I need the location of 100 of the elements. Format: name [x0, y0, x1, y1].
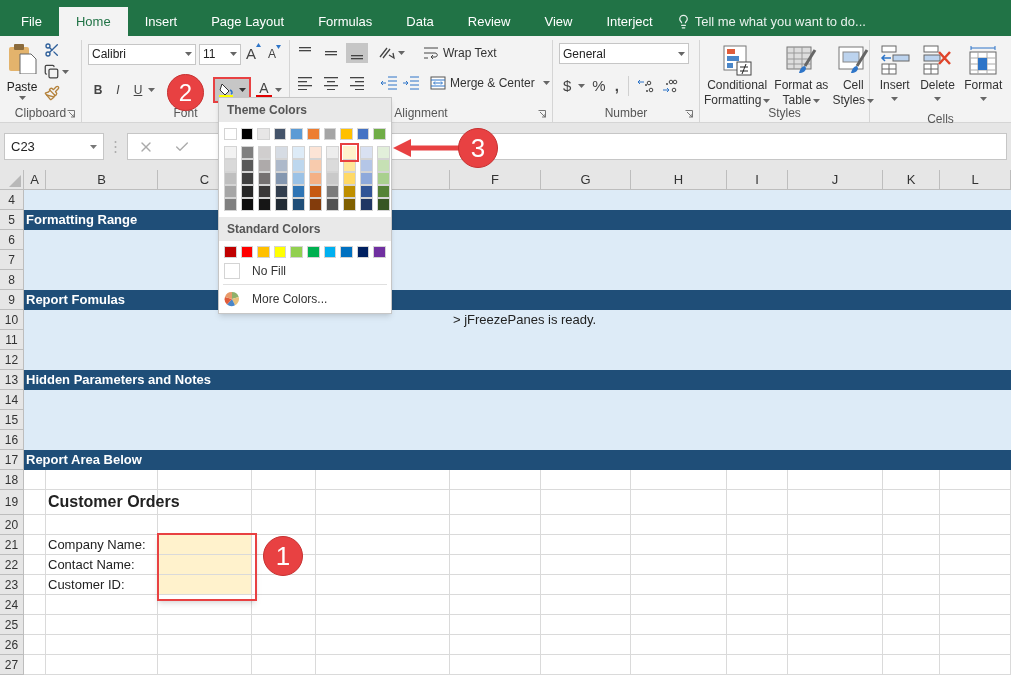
ribbon-button[interactable]: Format — [962, 40, 1005, 110]
color-swatch[interactable] — [343, 146, 356, 159]
color-swatch[interactable] — [241, 172, 254, 185]
color-swatch[interactable] — [377, 159, 390, 172]
color-swatch[interactable] — [326, 198, 339, 211]
paste-button[interactable]: Paste — [4, 40, 40, 101]
cut-icon[interactable] — [44, 42, 60, 58]
color-swatch[interactable] — [309, 185, 322, 198]
color-swatch[interactable] — [356, 246, 370, 258]
color-swatch[interactable] — [326, 146, 339, 159]
color-swatch[interactable] — [290, 128, 303, 140]
color-swatch[interactable] — [292, 172, 305, 185]
row-header[interactable]: 19 — [0, 490, 24, 515]
align-center-icon[interactable] — [323, 76, 339, 90]
dialog-launcher-icon[interactable] — [685, 110, 693, 118]
color-swatch[interactable] — [377, 172, 390, 185]
dialog-launcher-icon[interactable] — [538, 110, 546, 118]
row-header[interactable]: 6 — [0, 230, 24, 250]
color-swatch[interactable] — [326, 185, 339, 198]
row-header[interactable]: 12 — [0, 350, 24, 370]
color-swatch[interactable] — [290, 246, 303, 258]
comma-style-button[interactable]: , — [612, 75, 621, 98]
color-swatch[interactable] — [373, 128, 386, 140]
ribbon-tab[interactable]: Home — [58, 7, 128, 36]
color-swatch[interactable] — [224, 128, 237, 140]
color-swatch[interactable] — [224, 159, 237, 172]
column-header[interactable]: K — [883, 170, 940, 189]
color-swatch[interactable] — [377, 185, 390, 198]
row-header[interactable]: 15 — [0, 410, 24, 430]
color-swatch[interactable] — [360, 185, 373, 198]
row-header[interactable]: 20 — [0, 515, 24, 535]
color-swatch[interactable] — [373, 246, 386, 258]
color-swatch[interactable] — [326, 159, 339, 172]
color-swatch[interactable] — [240, 128, 254, 140]
ribbon-button[interactable]: Cell Styles — [830, 40, 877, 110]
color-swatch[interactable] — [258, 159, 271, 172]
underline-button[interactable]: U — [128, 80, 148, 99]
column-header[interactable]: F — [450, 170, 541, 189]
row-header[interactable]: 14 — [0, 390, 24, 410]
wrap-text-button[interactable]: Wrap Text — [423, 44, 497, 62]
color-swatch[interactable] — [275, 198, 288, 211]
color-swatch[interactable] — [258, 146, 271, 159]
tell-me-field[interactable]: Tell me what you want to do... — [694, 11, 895, 32]
row-header[interactable]: 10 — [0, 310, 24, 330]
color-swatch[interactable] — [275, 185, 288, 198]
color-swatch[interactable] — [306, 246, 320, 258]
orientation-icon[interactable] — [378, 45, 396, 61]
merge-center-button[interactable]: Merge & Center — [430, 74, 550, 92]
color-swatch[interactable] — [340, 128, 353, 140]
decrease-indent-icon[interactable] — [380, 76, 398, 90]
row-header[interactable]: 13 — [0, 370, 24, 390]
color-swatch[interactable] — [292, 159, 305, 172]
percent-button[interactable]: % — [592, 75, 606, 98]
ribbon-tab[interactable]: Review — [450, 7, 528, 36]
color-swatch[interactable] — [360, 146, 373, 159]
row-header[interactable]: 27 — [0, 655, 24, 675]
ribbon-button[interactable]: Insert — [876, 40, 913, 110]
row-header[interactable]: 5 — [0, 210, 24, 230]
row-header[interactable]: 22 — [0, 555, 24, 575]
color-swatch[interactable] — [309, 159, 322, 172]
row-header[interactable]: 9 — [0, 290, 24, 310]
decrease-decimal-icon[interactable] — [660, 78, 679, 95]
color-swatch[interactable] — [292, 146, 305, 159]
color-swatch[interactable] — [257, 246, 270, 258]
column-header[interactable]: B — [46, 170, 158, 189]
color-swatch[interactable] — [241, 185, 254, 198]
row-header[interactable]: 26 — [0, 635, 24, 655]
color-swatch[interactable] — [360, 172, 373, 185]
color-swatch[interactable] — [258, 185, 271, 198]
color-swatch[interactable] — [360, 159, 373, 172]
color-swatch[interactable] — [343, 185, 356, 198]
color-swatch[interactable] — [224, 198, 237, 211]
color-swatch[interactable] — [306, 128, 320, 140]
ribbon-tab[interactable]: Data — [389, 7, 451, 36]
bold-button[interactable]: B — [88, 80, 108, 99]
copy-icon[interactable] — [44, 64, 59, 79]
shrink-font-button[interactable]: A — [266, 45, 283, 64]
color-swatch[interactable] — [224, 146, 237, 159]
color-swatch[interactable] — [356, 128, 370, 140]
column-header[interactable]: H — [631, 170, 727, 189]
row-header[interactable]: 24 — [0, 595, 24, 615]
ribbon-tab[interactable]: File — [4, 7, 59, 36]
dialog-launcher-icon[interactable] — [67, 110, 75, 118]
row-header[interactable]: 7 — [0, 250, 24, 270]
color-swatch[interactable] — [240, 246, 254, 258]
font-size-field[interactable]: 11 — [199, 43, 241, 65]
font-name-field[interactable]: Calibri — [88, 43, 196, 65]
column-header[interactable]: G — [541, 170, 631, 189]
color-swatch[interactable] — [340, 246, 353, 258]
number-format-field[interactable]: General — [559, 43, 689, 64]
color-swatch[interactable] — [292, 198, 305, 211]
color-swatch[interactable] — [258, 198, 271, 211]
color-swatch[interactable] — [224, 185, 237, 198]
row-header[interactable]: 4 — [0, 190, 24, 210]
row-header[interactable]: 11 — [0, 330, 24, 350]
column-header[interactable]: I — [727, 170, 788, 189]
increase-indent-icon[interactable] — [402, 76, 420, 90]
name-box[interactable]: C23 — [4, 133, 104, 160]
color-swatch[interactable] — [241, 159, 254, 172]
format-painter-icon[interactable] — [44, 85, 60, 101]
